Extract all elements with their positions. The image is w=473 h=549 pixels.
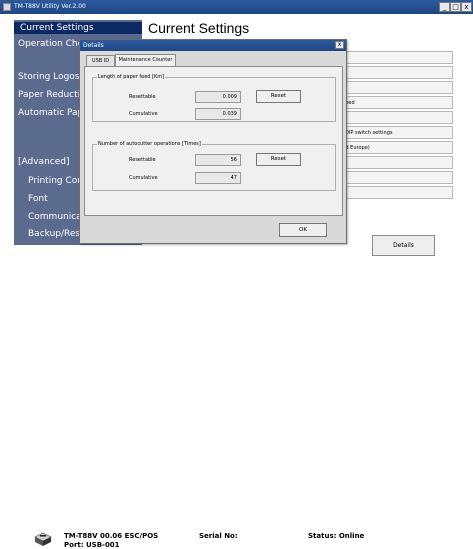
maintenance-counter-panel: Length of paper feed [Km] Resettable 0.0… <box>84 66 343 216</box>
status-bar: TM-T88V 00.06 ESC/POS Port: USB-001 Seri… <box>0 262 473 549</box>
close-button[interactable]: x <box>461 2 472 12</box>
autocutter-reset-button[interactable]: Reset <box>256 153 301 166</box>
autocutter-cumulative-value: 47 <box>195 172 241 184</box>
autocutter-resettable-label: Resettable <box>129 157 156 163</box>
printer-port: Port: USB-001 <box>64 541 120 549</box>
dialog-title: Details <box>83 42 104 49</box>
printer-model: TM-T88V 00.06 ESC/POS <box>64 532 159 540</box>
paper-feed-group-title: Length of paper feed [Km] <box>97 74 166 80</box>
paper-feed-resettable-value: 0.009 <box>195 91 241 103</box>
tab-usb-id[interactable]: USB ID <box>86 55 115 66</box>
paper-feed-reset-button[interactable]: Reset <box>256 90 301 103</box>
paper-feed-cumulative-label: Cumulative <box>129 111 158 117</box>
app-icon <box>3 3 11 11</box>
autocutter-group: Number of autocutter operations [Times] … <box>92 141 336 191</box>
paper-feed-resettable-label: Resettable <box>129 94 156 100</box>
autocutter-cumulative-label: Cumulative <box>129 175 158 181</box>
paper-feed-group: Length of paper feed [Km] Resettable 0.0… <box>92 74 336 122</box>
dialog-title-bar: Details x <box>80 40 346 51</box>
minimize-button[interactable]: _ <box>439 2 450 12</box>
sidebar-item-current-settings[interactable]: Current Settings <box>14 22 142 34</box>
serial-label: Serial No: <box>199 532 238 540</box>
app-window: TM-T88V Utility Ver.2.00 _ □ x Current S… <box>0 0 473 549</box>
paper-feed-cumulative-value: 0.039 <box>195 108 241 120</box>
dialog-close-button[interactable]: x <box>335 41 344 49</box>
details-dialog: Details x USB ID Maintenance Counter Len… <box>79 39 347 244</box>
title-bar: TM-T88V Utility Ver.2.00 _ □ x <box>0 0 473 14</box>
window-title: TM-T88V Utility Ver.2.00 <box>14 3 86 10</box>
maximize-button[interactable]: □ <box>450 2 461 12</box>
autocutter-group-title: Number of autocutter operations [Times] <box>97 141 202 147</box>
ok-button[interactable]: OK <box>279 223 327 237</box>
autocutter-resettable-value: 56 <box>195 154 241 166</box>
page-title: Current Settings <box>148 20 250 36</box>
tab-maintenance-counter[interactable]: Maintenance Counter <box>115 54 176 66</box>
status-label: Status: Online <box>308 532 365 540</box>
details-button[interactable]: Details <box>372 235 435 256</box>
printer-icon <box>34 532 52 546</box>
